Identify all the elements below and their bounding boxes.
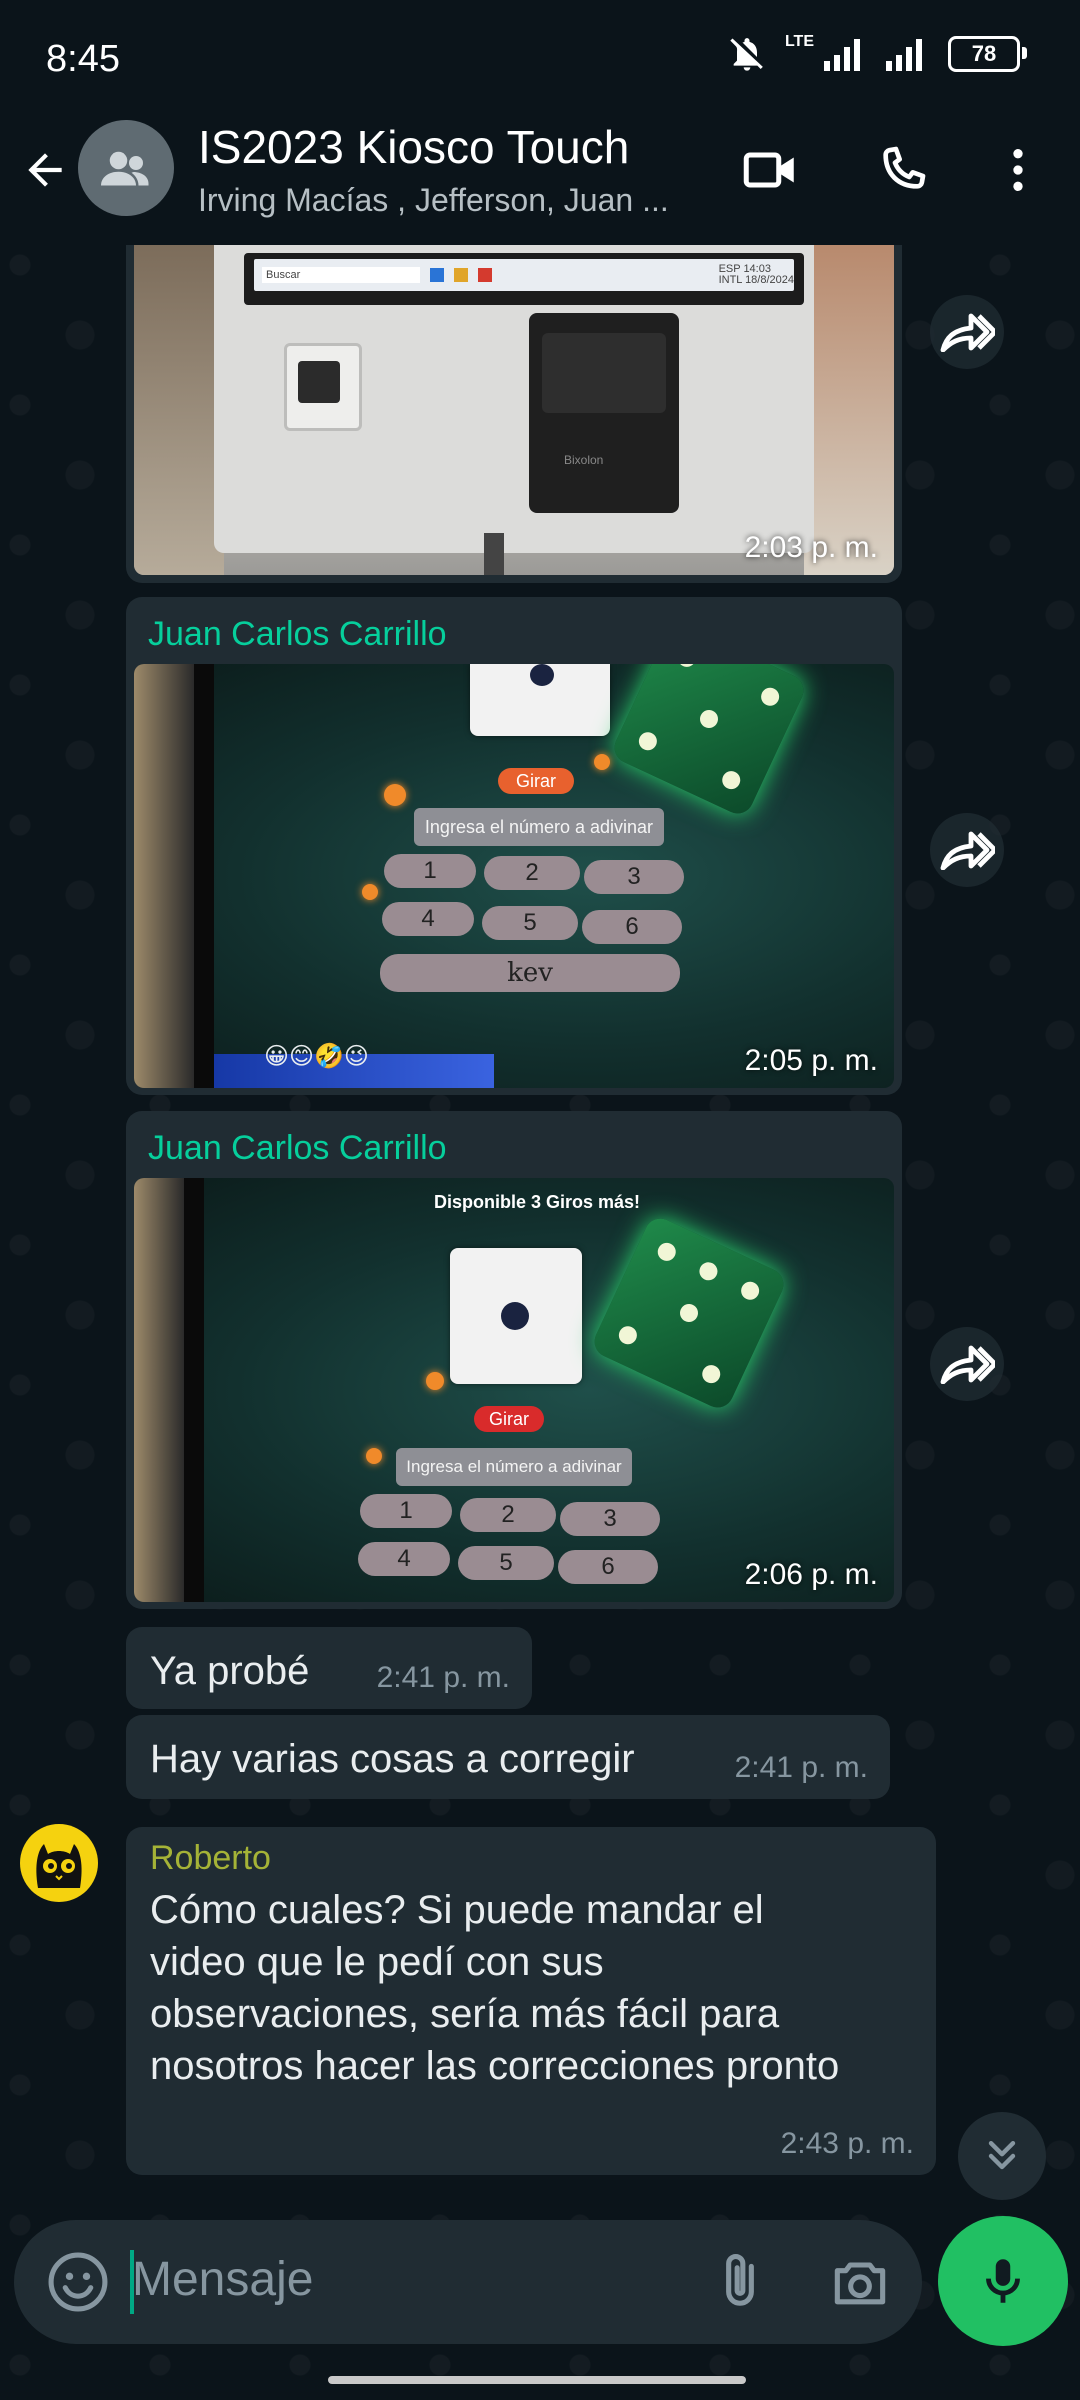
group-avatar-icon[interactable] [78,120,174,216]
video-call-icon[interactable] [738,138,802,202]
dice-image [609,664,809,819]
image-message[interactable]: Buscar ESP 14:03 INTL 18/8/2024 Bixolon … [126,245,902,583]
number-1: 1 [384,854,476,888]
taskbar-search: Buscar [262,267,420,283]
text-message[interactable]: Ya probé 2:41 p. m. [126,1627,532,1709]
battery-level: 78 [971,41,997,66]
chat-title[interactable]: IS2023 Kiosco Touch [198,120,629,174]
gesture-nav-bar[interactable] [328,2376,746,2384]
text-message[interactable]: Roberto Cómo cuales? Si puede mandar el … [126,1827,936,2175]
image-message[interactable]: Juan Carlos Carrillo Disponible 3 Giros … [126,1111,902,1609]
number-5: 5 [458,1546,554,1580]
bell-off-icon [727,34,767,74]
number-6: 6 [558,1550,658,1584]
number-5: 5 [482,906,578,940]
chat-participants[interactable]: Irving Macías , Jefferson, Juan ... [198,182,698,219]
status-bar: 8:45 LTE 78 [0,0,1080,120]
number-3: 3 [560,1502,660,1536]
number-3: 3 [584,860,684,894]
sender-name: Juan Carlos Carrillo [148,615,447,653]
scroll-to-bottom-button[interactable] [958,2112,1046,2200]
mic-icon [986,2259,1020,2303]
guess-prompt: Ingresa el número a adivinar [414,808,664,846]
voice-message-button[interactable] [938,2216,1068,2346]
number-6: 6 [582,910,682,944]
text-message[interactable]: Hay varias cosas a corregir 2:41 p. m. [126,1715,890,1799]
printer-brand: Bixolon [564,453,604,467]
chat-background: Buscar ESP 14:03 INTL 18/8/2024 Bixolon … [0,245,1080,2400]
spins-available: Disponible 3 Giros más! [434,1192,641,1212]
signal-icon [824,37,868,71]
attach-icon[interactable] [706,2248,774,2316]
battery-icon: 78 [948,36,1027,72]
network-type: LTE [784,33,814,50]
message-time: 2:05 p. m. [744,1044,878,1077]
game-photo[interactable]: Disponible 3 Giros más! Girar Ingresa el… [134,1178,894,1602]
phone-icon[interactable] [870,138,934,202]
guess-prompt: Ingresa el número a adivinar [396,1448,632,1486]
forward-icon[interactable] [930,1327,1004,1401]
taskbar-lang-2: INTL [718,274,742,286]
dice-image [589,1213,789,1413]
signal-icon-2 [886,37,930,71]
number-4: 4 [382,902,474,936]
message-composer: Mensaje [14,2220,922,2344]
sender-name: Roberto [150,1839,271,1877]
back-arrow-icon[interactable] [20,145,70,195]
number-1: 1 [360,1494,452,1528]
number-4: 4 [358,1542,450,1576]
message-time: 2:06 p. m. [744,1558,878,1591]
image-message[interactable]: Juan Carlos Carrillo Girar Ingresa el nú… [126,597,902,1095]
forward-icon[interactable] [930,295,1004,369]
message-input[interactable]: Mensaje [132,2252,313,2307]
taskbar-date: 18/8/2024 [745,274,794,286]
camera-icon[interactable] [826,2248,894,2316]
message-time: 2:43 p. m. [780,2127,914,2160]
key-button: kev [380,954,680,992]
message-time: 2:41 p. m. [376,1661,510,1694]
sender-name: Juan Carlos Carrillo [148,1129,447,1167]
emoji-icon[interactable] [44,2248,112,2316]
number-2: 2 [484,856,580,890]
double-chevron-down-icon [988,2140,1016,2170]
kiosk-photo[interactable]: Buscar ESP 14:03 INTL 18/8/2024 Bixolon … [134,245,894,575]
status-icons: LTE 78 [727,33,1027,74]
spin-label: Girar [474,1406,544,1432]
spin-label: Girar [498,768,574,794]
sender-avatar[interactable] [20,1824,98,1902]
chat-header: IS2023 Kiosco Touch Irving Macías , Jeff… [0,120,1080,245]
number-2: 2 [460,1498,556,1532]
message-time: 2:41 p. m. [734,1751,868,1784]
forward-icon[interactable] [930,813,1004,887]
message-text: Cómo cuales? Si puede mandar el video qu… [150,1888,840,2088]
game-photo[interactable]: Girar Ingresa el número a adivinar 1 2 3… [134,664,894,1088]
status-time: 8:45 [46,38,120,80]
more-vert-icon[interactable] [986,138,1050,202]
message-time: 2:03 p. m. [744,531,878,564]
